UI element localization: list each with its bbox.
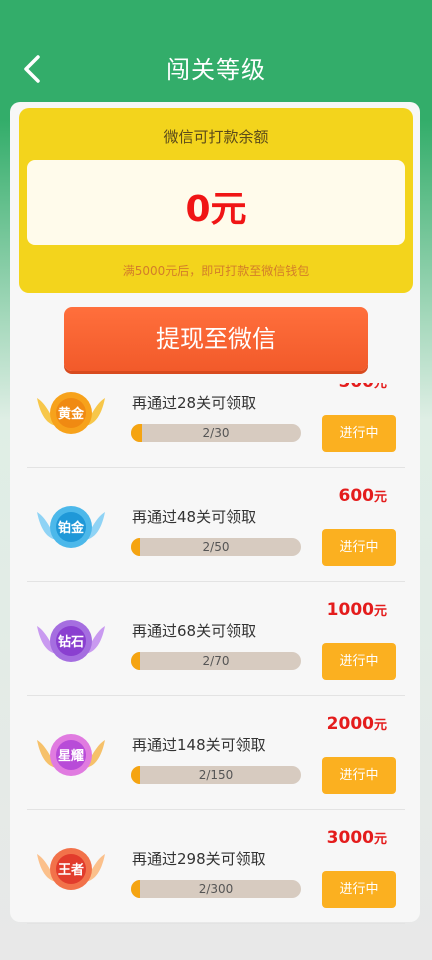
requirement-text: 再通过298关可领取 [132, 850, 266, 868]
diamond-badge-icon: 钻石 [37, 620, 105, 662]
level-row-1: 黄金 再通过28关可领取 2/30 500元 进行中 [19, 383, 413, 468]
in-progress-button[interactable]: 进行中 [322, 757, 396, 794]
balance-hint: 满5000元后，即可打款至微信钱包 [122, 264, 310, 278]
balance-box: 0元 [27, 160, 405, 245]
level-row-5: 王者 再通过298关可领取 2/300 3000元 进行中 [19, 810, 413, 924]
progress-bar: 2/30 [131, 424, 301, 442]
platinum-badge-icon: 铂金 [37, 506, 105, 548]
row-divider [27, 923, 405, 924]
in-progress-button[interactable]: 进行中 [322, 415, 396, 452]
requirement-text: 再通过48关可领取 [132, 508, 257, 526]
badge-label: 黄金 [58, 406, 85, 422]
withdraw-to-wechat-button[interactable]: 提现至微信 [64, 307, 368, 371]
level-row-3: 钻石 再通过68关可领取 2/70 1000元 进行中 [19, 582, 413, 696]
balance-label: 微信可打款余额 [163, 128, 269, 146]
progress-bar: 2/150 [131, 766, 301, 784]
page-title: 闯关等级 [166, 56, 266, 84]
progress-label: 2/30 [202, 426, 230, 440]
reward-amount: 2000元 [326, 714, 387, 734]
level-row-4: 星耀 再通过148关可领取 2/150 2000元 进行中 [19, 696, 413, 810]
progress-label: 2/300 [198, 882, 234, 896]
progress-label: 2/70 [202, 654, 230, 668]
reward-amount: 500元 [338, 383, 387, 392]
in-progress-button[interactable]: 进行中 [322, 529, 396, 566]
badge-label: 星耀 [58, 749, 84, 764]
balance-value: 0元 [185, 189, 247, 230]
star-badge-icon: 星耀 [37, 734, 105, 776]
requirement-text: 再通过68关可领取 [132, 622, 257, 640]
progress-label: 2/150 [198, 768, 234, 782]
in-progress-button[interactable]: 进行中 [322, 871, 396, 908]
progress-bar: 2/300 [131, 880, 301, 898]
requirement-text: 再通过148关可领取 [132, 736, 266, 754]
reward-amount: 600元 [338, 486, 387, 506]
progress-bar: 2/50 [131, 538, 301, 556]
progress-label: 2/50 [202, 540, 230, 554]
badge-label: 铂金 [58, 520, 85, 536]
badge-label: 钻石 [58, 634, 84, 650]
level-list[interactable]: 黄金 再通过28关可领取 2/30 500元 进行中 铂金 再通过48关可领取 … [19, 383, 413, 933]
requirement-text: 再通过28关可领取 [132, 394, 257, 412]
balance-card: 微信可打款余额 0元 满5000元后，即可打款至微信钱包 [19, 108, 413, 293]
king-badge-icon: 王者 [37, 848, 105, 890]
badge-label: 王者 [58, 862, 84, 878]
gold-badge-icon: 黄金 [37, 392, 105, 434]
reward-amount: 1000元 [326, 600, 387, 620]
progress-bar: 2/70 [131, 652, 301, 670]
in-progress-button[interactable]: 进行中 [322, 643, 396, 680]
header-bar: 闯关等级 [0, 0, 432, 100]
level-row-2: 铂金 再通过48关可领取 2/50 600元 进行中 [19, 468, 413, 582]
reward-amount: 3000元 [326, 828, 387, 848]
